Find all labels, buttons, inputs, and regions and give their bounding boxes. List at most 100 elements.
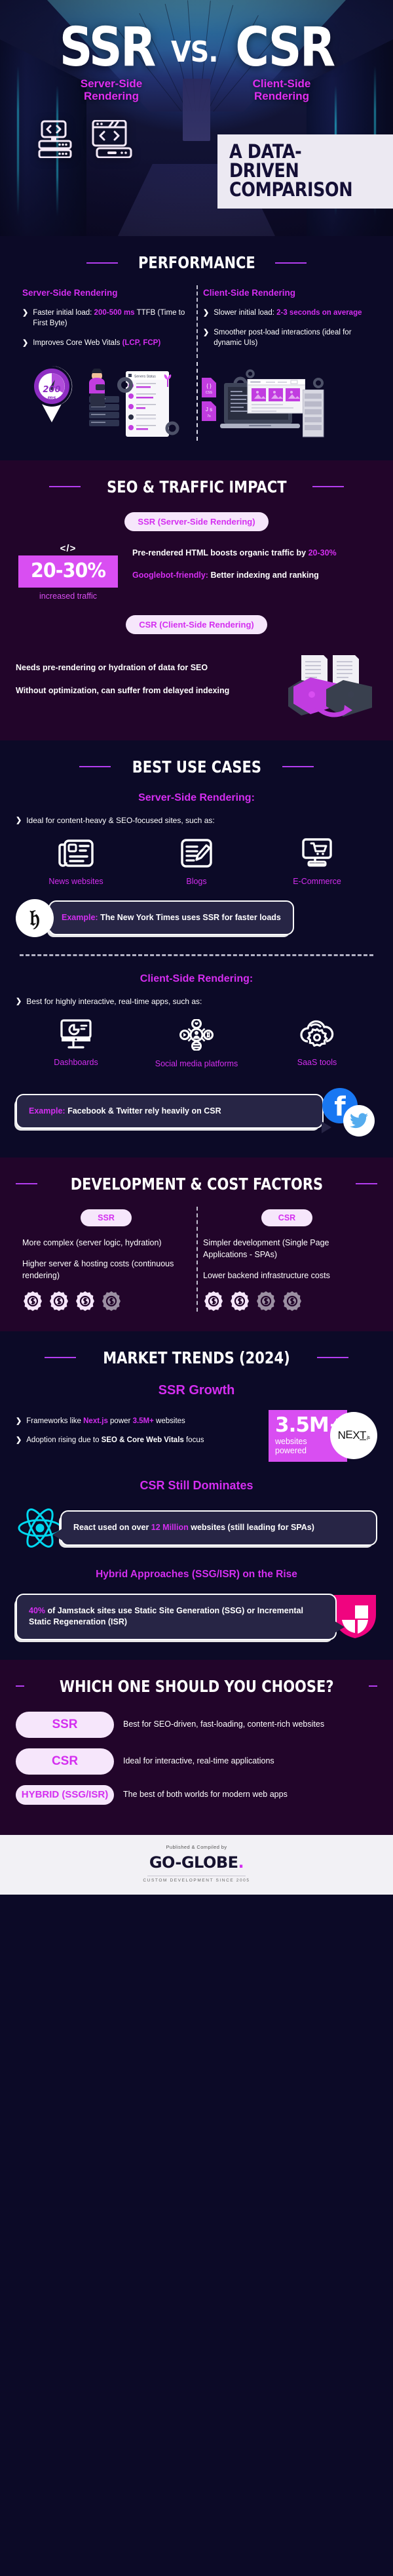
react-example-bubble: React used on over 12 Million websites (…: [52, 1510, 377, 1546]
hero-title-ssr: SSR: [59, 16, 156, 79]
column-divider: [196, 285, 198, 358]
chevron-right-icon: ❯: [203, 309, 210, 317]
seo-stat-caption: increased traffic: [39, 591, 97, 601]
seo-ssr-points: Pre-rendered HTML boosts organic traffic…: [132, 543, 377, 592]
speed-gauge-icon: 200 ms: [34, 365, 73, 422]
cloud-gear-icon: [300, 1020, 334, 1047]
heading-rule-left: [16, 1183, 37, 1185]
ssr-example-bubble: Example: The New York Times uses SSR for…: [41, 900, 294, 936]
performance-heading: PERFORMANCE: [16, 253, 377, 272]
ssr-example: 𝔥 Example: The New York Times uses SSR f…: [16, 898, 377, 937]
choose-desc-hybrid: The best of both worlds for modern web a…: [123, 1790, 288, 1800]
laptop-browser-illustration: [220, 378, 305, 428]
plant-icon: [164, 374, 172, 387]
hero-subtitle-csr: Client-Side Rendering: [252, 77, 311, 103]
data-transfer-illustration: [288, 654, 372, 717]
use-case-item: Dashboards: [27, 1018, 125, 1068]
dev-cost-point: Higher server & hosting costs (continuou…: [22, 1258, 174, 1280]
go-globe-logo[interactable]: GO-GLOBE.: [0, 1853, 393, 1872]
code-brackets-icon: </>: [60, 542, 77, 554]
hybrid-percent: 40%: [29, 1605, 46, 1615]
csr-dominates-title: CSR Still Dominates: [140, 1478, 253, 1492]
performance-title: PERFORMANCE: [138, 253, 255, 272]
use-case-item: E-Commerce: [268, 837, 366, 886]
cost-gear-icon-filled: [204, 1291, 223, 1311]
brand-dot: .: [238, 1853, 244, 1872]
cost-gear-icon-empty: [283, 1291, 301, 1311]
market-trends-heading: MARKET TRENDS (2024): [16, 1348, 377, 1367]
badge-line-2: COMPARISON: [229, 178, 353, 201]
ssr-cost-meter: [22, 1291, 190, 1312]
chevron-right-icon: ❯: [22, 309, 29, 317]
ssr-pill-wrap: SSR: [22, 1209, 190, 1226]
gear-icon: [117, 376, 133, 393]
chevron-right-icon: ❯: [16, 816, 22, 824]
bullet-text: Faster initial load: 200-500 ms TTFB (Ti…: [33, 309, 185, 327]
react-text-pre: React used on over: [73, 1523, 151, 1533]
hero-subtitle-row: Server-Side Rendering Client-Side Render…: [0, 77, 393, 103]
hybrid-text: of Jamstack sites use Static Site Genera…: [29, 1605, 303, 1627]
footer: Published & Compiled by GO-GLOBE. CUSTOM…: [0, 1835, 393, 1895]
csr-use-case-icons: Dashboards Social media platforms SaaS t…: [16, 1018, 377, 1068]
bullet-text: Slower initial load: 2-3 seconds on aver…: [214, 309, 362, 317]
bullet-text: Smoother post-load interactions (ideal f…: [214, 328, 352, 347]
seo-section: SEO & TRAFFIC IMPACT SSR (Server-Side Re…: [0, 460, 393, 740]
bullet-text: Frameworks like Next.js power 3.5M+ webs…: [26, 1417, 185, 1425]
list-item: ❯ Frameworks like Next.js power 3.5M+ we…: [16, 1417, 259, 1427]
use-case-label: Blogs: [186, 876, 207, 886]
svg-text:7s: 7s: [207, 414, 211, 418]
react-logo: [18, 1508, 62, 1548]
choose-desc-ssr: Best for SEO-driven, fast-loading, conte…: [123, 1720, 325, 1729]
use-case-label: Social media platforms: [155, 1058, 238, 1068]
performance-columns: Server-Side Rendering ❯ Faster initial l…: [16, 285, 377, 358]
example-text: The New York Times uses SSR for faster l…: [98, 912, 281, 922]
seo-heading: SEO & TRAFFIC IMPACT: [16, 477, 377, 496]
seo-stat-value: 20-30%: [18, 555, 118, 588]
use-cases-csr-subhead: Client-Side Rendering:: [140, 973, 253, 984]
csr-cost-meter: [203, 1291, 371, 1312]
chevron-right-icon: ❯: [22, 338, 29, 347]
nextjs-stat-badge: 3.5M+ websites powered NEXT.js: [269, 1409, 377, 1462]
choose-desc-csr: Ideal for interactive, real-time applica…: [123, 1756, 274, 1766]
list-item: ❯ Slower initial load: 2-3 seconds on av…: [203, 308, 371, 319]
svg-text:{ }: { }: [206, 383, 212, 389]
heading-rule-right: [275, 262, 307, 264]
csr-pill: CSR: [261, 1209, 313, 1226]
use-case-item: News websites: [27, 838, 125, 886]
newspaper-icon: [58, 839, 94, 867]
dev-cost-point: Lower backend infrastructure costs: [203, 1270, 330, 1280]
list-item: ❯ Faster initial load: 200-500 ms TTFB (…: [22, 308, 190, 329]
csr-example: Example: Facebook & Twitter rely heavily…: [16, 1085, 377, 1138]
seo-stat-box: </> 20-30% increased traffic: [16, 543, 121, 601]
developer-illustration: [89, 368, 105, 407]
performance-illustration: 200 ms Servers Status {} CSS J s 7s: [16, 361, 377, 441]
csr-pill-wrap: CSR: [203, 1209, 371, 1226]
performance-csr-head: Client-Side Rendering: [203, 288, 296, 298]
use-cases-csr-lead: ❯ Best for highly interactive, real-time…: [16, 997, 377, 1006]
chevron-right-icon: ❯: [16, 1417, 22, 1425]
cost-gear-icon-filled: [76, 1291, 94, 1311]
use-case-label: SaaS tools: [297, 1057, 337, 1067]
gear-icon: [313, 377, 324, 388]
cost-gear-icon-filled: [50, 1291, 68, 1311]
react-text-highlight: 12 Million: [151, 1523, 189, 1533]
heading-rule-left: [45, 1357, 77, 1359]
hero-section: SSR VS. CSR Server-Side Rendering Client…: [0, 0, 393, 236]
gear-icon: [165, 421, 179, 435]
ssr-growth-row: ❯ Frameworks like Next.js power 3.5M+ we…: [16, 1409, 377, 1462]
blog-edit-icon: [181, 838, 212, 868]
social-logos: f: [320, 1085, 377, 1138]
csr-example-bubble: Example: Facebook & Twitter rely heavily…: [16, 1093, 331, 1133]
seo-ssr-pill-wrap: SSR (Server-Side Rendering): [16, 512, 377, 531]
example-label: Example:: [29, 1106, 66, 1116]
section-divider: [20, 954, 373, 956]
badge-line-1: A DATA-DRIVEN: [229, 140, 302, 182]
cost-gear-icon-empty: [102, 1291, 121, 1311]
list-item: ❯ Adoption rising due to SEO & Core Web …: [16, 1436, 259, 1446]
use-cases-section: BEST USE CASES Server-Side Rendering: ❯ …: [0, 740, 393, 1157]
brand-name: GO-GLOBE: [149, 1853, 238, 1872]
shopping-cart-monitor-icon: [302, 837, 332, 867]
new-york-times-logo: 𝔥: [16, 898, 54, 937]
column-divider: [196, 1206, 198, 1312]
heading-rule-right: [312, 486, 345, 488]
